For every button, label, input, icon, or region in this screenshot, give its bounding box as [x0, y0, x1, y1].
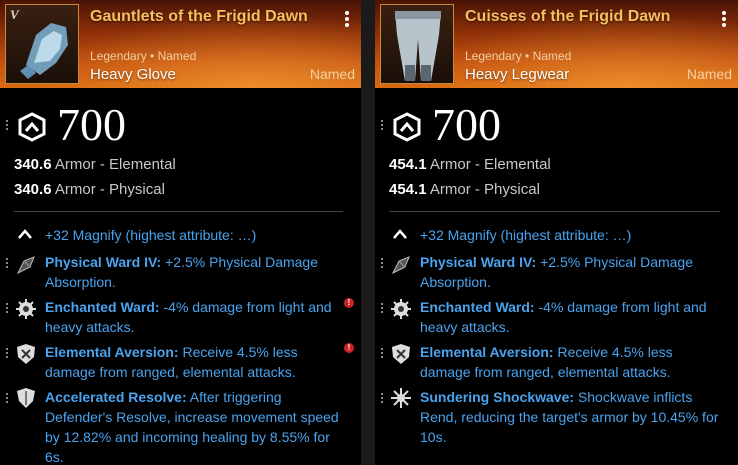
- perk-elemental-aversion: Elemental Aversion: Receive 4.5% less da…: [420, 344, 673, 380]
- divider: [14, 211, 343, 212]
- elemental-aversion-icon: [17, 344, 35, 364]
- perk-enchanted-ward: Enchanted Ward: -4% damage from light an…: [420, 299, 707, 335]
- armor-elemental: 340.6 Armor - Elemental: [14, 156, 176, 173]
- named-tag: Named: [686, 66, 732, 82]
- ward-gem-icon: [16, 256, 35, 275]
- legwear-icon: [395, 11, 441, 81]
- elemental-aversion-icon: [392, 344, 410, 364]
- gear-score-icon: [393, 112, 421, 142]
- chevron-up-icon: [393, 229, 407, 239]
- drag-handle-icon[interactable]: [381, 258, 384, 270]
- warning-icon: !: [344, 298, 354, 308]
- item-name: Gauntlets of the Frigid Dawn: [90, 8, 308, 25]
- shockwave-icon: [391, 388, 411, 408]
- drag-handle-icon[interactable]: [6, 348, 9, 360]
- item-tooltip-cuisses: Cuisses of the Frigid Dawn Legendary • N…: [375, 0, 738, 465]
- item-name: Cuisses of the Frigid Dawn: [465, 8, 671, 25]
- magnify-stat: +32 Magnify (highest attribute: …): [420, 227, 632, 243]
- more-options-icon[interactable]: [722, 11, 726, 29]
- drag-handle-icon[interactable]: [381, 393, 384, 405]
- drag-handle-icon[interactable]: [6, 303, 9, 315]
- warning-icon: !: [344, 343, 354, 353]
- item-thumbnail: [380, 4, 454, 84]
- perk-physical-ward: Physical Ward IV: +2.5% Physical Damage …: [420, 254, 694, 290]
- gear-score-value: 700: [57, 99, 126, 150]
- drag-handle-icon[interactable]: [381, 303, 384, 315]
- perk-accelerated-resolve: Accelerated Resolve: After triggering De…: [45, 389, 339, 465]
- gear-score-row: 700: [375, 100, 738, 150]
- tier-numeral: V: [10, 7, 19, 22]
- more-options-icon[interactable]: [345, 11, 349, 29]
- armor-physical: 340.6 Armor - Physical: [14, 181, 165, 198]
- gear-score-value: 700: [432, 99, 501, 150]
- enchanted-ward-icon: [391, 299, 411, 319]
- chevron-up-icon: [18, 229, 32, 239]
- named-tag: Named: [309, 66, 355, 82]
- drag-handle-icon[interactable]: [381, 348, 384, 360]
- drag-handle-icon[interactable]: [6, 393, 9, 405]
- gear-score-row: 700: [0, 100, 361, 150]
- armor-physical: 454.1 Armor - Physical: [389, 181, 540, 198]
- drag-handle-icon[interactable]: [6, 258, 9, 270]
- gear-score-icon: [18, 112, 46, 142]
- item-thumbnail: V: [5, 4, 79, 84]
- shield-icon: [17, 388, 35, 408]
- item-rarity: Legendary • Named: [90, 49, 197, 63]
- enchanted-ward-icon: [16, 299, 36, 319]
- perk-enchanted-ward: Enchanted Ward: -4% damage from light an…: [45, 299, 332, 335]
- item-header: V Gauntlets of the Frigid Dawn Legendary…: [0, 0, 361, 88]
- item-type: Heavy Glove: [90, 66, 176, 83]
- ward-gem-icon: [391, 256, 410, 275]
- divider: [389, 211, 720, 212]
- perk-sundering-shockwave: Sundering Shockwave: Shockwave inflicts …: [420, 389, 719, 445]
- item-rarity: Legendary • Named: [465, 49, 572, 63]
- perk-physical-ward: Physical Ward IV: +2.5% Physical Damage …: [45, 254, 319, 290]
- armor-elemental: 454.1 Armor - Elemental: [389, 156, 551, 173]
- magnify-stat: +32 Magnify (highest attribute: …): [45, 227, 257, 243]
- item-header: Cuisses of the Frigid Dawn Legendary • N…: [375, 0, 738, 88]
- item-type: Heavy Legwear: [465, 66, 570, 83]
- perk-elemental-aversion: Elemental Aversion: Receive 4.5% less da…: [45, 344, 298, 380]
- item-tooltip-gauntlets: V Gauntlets of the Frigid Dawn Legendary…: [0, 0, 361, 465]
